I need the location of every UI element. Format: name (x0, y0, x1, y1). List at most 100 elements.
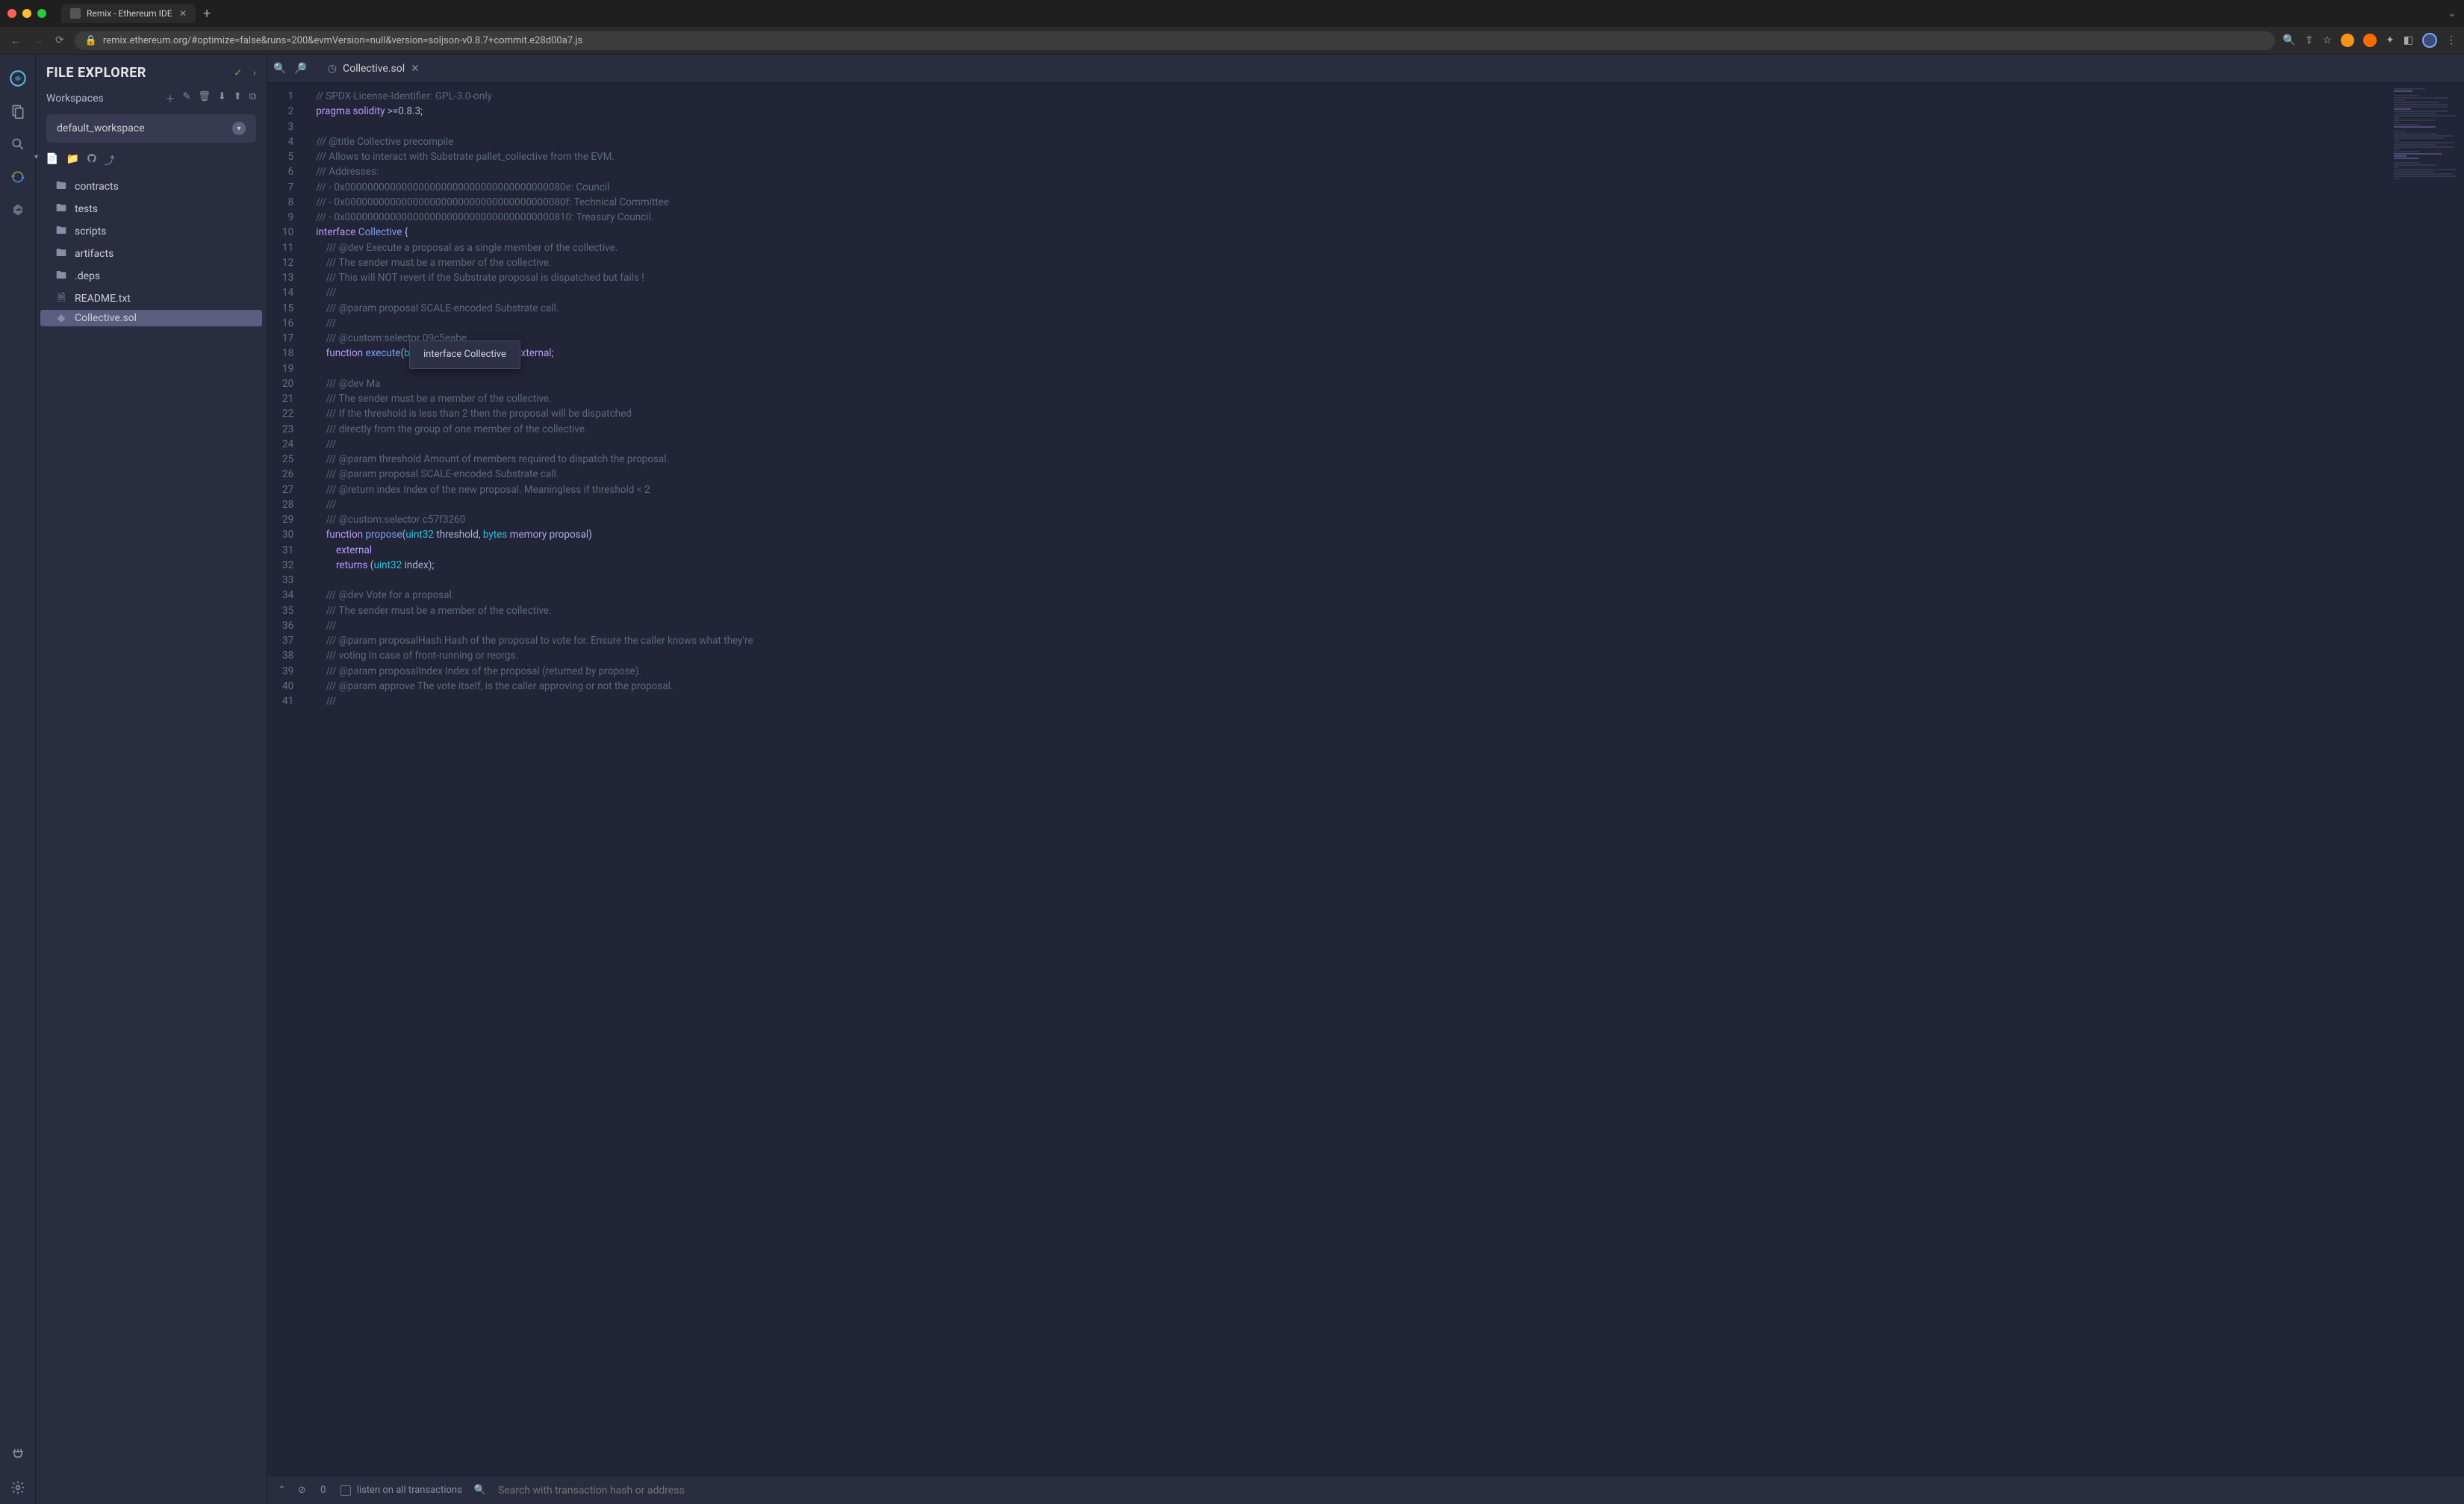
code-line[interactable]: /// (301, 497, 2464, 512)
code-line[interactable]: /// (301, 437, 2464, 452)
code-line[interactable]: /// - 0x00000000000000000000000000000000… (301, 195, 2464, 210)
code-line[interactable]: /// The sender must be a member of the c… (301, 391, 2464, 406)
window-maximize-button[interactable] (37, 9, 46, 18)
code-line[interactable]: /// @param approve The vote itself, is t… (301, 679, 2464, 694)
code-line[interactable]: /// directly from the group of one membe… (301, 422, 2464, 437)
file-explorer-icon[interactable] (6, 99, 30, 123)
workspace-selector[interactable]: default_workspace ▾ (46, 114, 256, 143)
window-close-button[interactable] (7, 9, 16, 18)
settings-icon[interactable] (6, 1476, 30, 1500)
code-line[interactable]: /// @dev Ma (301, 376, 2464, 391)
tree-item-tests[interactable]: 🖿tests (40, 198, 262, 220)
code-line[interactable]: /// Addresses: (301, 164, 2464, 179)
code-line[interactable]: function propose(uint32 threshold, bytes… (301, 527, 2464, 542)
code-line[interactable] (301, 361, 2464, 376)
nav-reload-button[interactable]: ⟳ (52, 31, 67, 50)
browser-tab-remix[interactable]: Remix - Ethereum IDE ✕ (61, 4, 196, 23)
code-line[interactable]: /// This will NOT revert if the Substrat… (301, 270, 2464, 285)
code-line[interactable]: function execute(bytes memory proposal) … (301, 346, 2464, 361)
terminal-search-input[interactable] (498, 1485, 2454, 1497)
code-line[interactable]: /// @custom:selector c57f3260 (301, 512, 2464, 527)
extension-icon-1[interactable] (2341, 34, 2354, 47)
tree-item-scripts[interactable]: 🖿scripts (40, 220, 262, 243)
code-line[interactable]: /// (301, 285, 2464, 300)
window-minimize-button[interactable] (22, 9, 31, 18)
github-icon[interactable] (87, 153, 97, 168)
code-line[interactable]: interface Collective { (301, 225, 2464, 240)
share-icon[interactable]: ⇪ (2305, 34, 2314, 46)
code-line[interactable]: /// @title Collective precompile (301, 134, 2464, 149)
close-tab-icon[interactable]: ✕ (411, 63, 420, 75)
tree-item--deps[interactable]: 🖿.deps (40, 265, 262, 288)
extension-icon-2[interactable] (2363, 34, 2377, 47)
upload-workspace-icon[interactable]: ⬆ (234, 91, 242, 105)
code-line[interactable]: /// - 0x00000000000000000000000000000000… (301, 180, 2464, 195)
new-file-icon[interactable]: 📄 (46, 153, 58, 168)
plugin-manager-icon[interactable] (6, 1443, 30, 1467)
code-line[interactable]: /// @dev Vote for a proposal. (301, 588, 2464, 603)
code-content[interactable]: // SPDX-License-Identifier: GPL-3.0-only… (301, 83, 2464, 1476)
code-line[interactable]: /// @param proposal SCALE-encoded Substr… (301, 467, 2464, 482)
editor-tab-collective[interactable]: ◷ Collective.sol ✕ (319, 58, 429, 79)
delete-workspace-icon[interactable]: 🗑 (198, 91, 211, 105)
code-line[interactable] (301, 119, 2464, 134)
code-line[interactable]: /// voting in case of front-running or r… (301, 648, 2464, 663)
code-line[interactable]: external (301, 543, 2464, 558)
profile-avatar[interactable] (2422, 33, 2437, 48)
code-line[interactable]: /// @return index Index of the new propo… (301, 482, 2464, 497)
code-line[interactable]: /// The sender must be a member of the c… (301, 255, 2464, 270)
nav-back-button[interactable]: ← (7, 31, 24, 50)
clone-workspace-icon[interactable]: ⧉ (249, 91, 256, 105)
browser-menu-icon[interactable]: ⋮ (2446, 34, 2457, 46)
rename-workspace-icon[interactable]: ✎ (182, 91, 190, 105)
new-folder-icon[interactable]: 📁 (66, 153, 78, 168)
compiler-icon[interactable] (6, 165, 30, 189)
code-line[interactable]: /// @param threshold Amount of members r… (301, 452, 2464, 467)
zoom-in-icon[interactable]: 🔎 (293, 63, 306, 75)
tab-overflow-icon[interactable]: ⌄ (2448, 7, 2457, 19)
extensions-icon[interactable]: ✦ (2386, 34, 2395, 46)
deploy-icon[interactable] (6, 198, 30, 222)
sidebar-toggle-icon[interactable]: ◧ (2404, 34, 2413, 46)
remix-logo-icon[interactable] (6, 66, 30, 90)
code-line[interactable]: /// (301, 694, 2464, 709)
download-workspace-icon[interactable]: ⬇ (218, 91, 226, 105)
minimap[interactable] (2389, 83, 2464, 1476)
listen-checkbox[interactable] (340, 1485, 351, 1496)
code-line[interactable]: /// @dev Execute a proposal as a single … (301, 240, 2464, 255)
code-line[interactable]: /// (301, 618, 2464, 633)
code-line[interactable]: /// @param proposalIndex Index of the pr… (301, 664, 2464, 679)
code-line[interactable]: /// - 0x00000000000000000000000000000000… (301, 210, 2464, 225)
code-line[interactable]: /// The sender must be a member of the c… (301, 603, 2464, 618)
upload-file-icon[interactable]: ⤴ (105, 153, 115, 168)
bookmark-icon[interactable]: ☆ (2322, 34, 2332, 46)
code-line[interactable]: returns (uint32 index); (301, 558, 2464, 573)
code-line[interactable]: /// (301, 316, 2464, 331)
search-icon[interactable] (6, 132, 30, 156)
terminal-clear-icon[interactable]: ⊘ (298, 1485, 306, 1496)
address-bar[interactable]: 🔒 remix.ethereum.org/#optimize=false&run… (75, 31, 2276, 50)
check-icon[interactable]: ✓ (234, 67, 243, 79)
chevron-right-icon[interactable]: › (253, 67, 256, 79)
code-line[interactable]: /// @custom:selector 09c5eabe (301, 331, 2464, 346)
tree-item-artifacts[interactable]: 🖿artifacts (40, 243, 262, 265)
tree-item-Collective-sol[interactable]: ◆Collective.sol (40, 310, 262, 326)
code-line[interactable]: /// @param proposal SCALE-encoded Substr… (301, 301, 2464, 316)
code-line[interactable] (301, 573, 2464, 588)
code-editor[interactable]: 1234567891011121314151617181920212223242… (267, 83, 2464, 1476)
nav-forward-button[interactable]: → (30, 31, 46, 50)
code-line[interactable]: // SPDX-License-Identifier: GPL-3.0-only (301, 89, 2464, 104)
code-line[interactable]: /// If the threshold is less than 2 then… (301, 406, 2464, 421)
zoom-icon[interactable]: 🔍 (2283, 34, 2295, 46)
terminal-search-icon[interactable]: 🔍 (474, 1485, 486, 1496)
code-line[interactable]: /// Allows to interact with Substrate pa… (301, 149, 2464, 164)
code-line[interactable]: pragma solidity >=0.8.3; (301, 104, 2464, 119)
tree-item-contracts[interactable]: 🖿contracts (40, 175, 262, 198)
terminal-expand-icon[interactable]: ⌃ (278, 1485, 286, 1496)
collapse-tree-icon[interactable]: ▾ (34, 153, 38, 168)
new-tab-button[interactable]: + (203, 6, 211, 22)
create-workspace-icon[interactable]: ＋ (165, 91, 175, 105)
tab-close-icon[interactable]: ✕ (179, 8, 187, 19)
code-line[interactable]: /// @param proposalHash Hash of the prop… (301, 633, 2464, 648)
zoom-out-icon[interactable]: 🔍 (273, 63, 286, 75)
